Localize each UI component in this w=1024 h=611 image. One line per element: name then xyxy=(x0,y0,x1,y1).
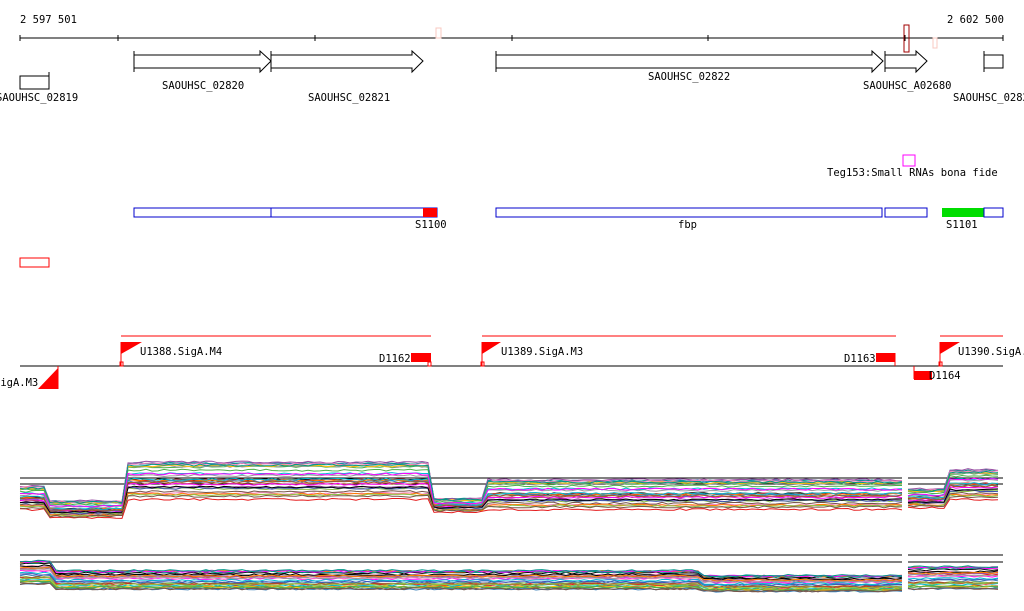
small-rna-label: Teg153:Small RNAs bona fide xyxy=(827,167,998,179)
svg-text:S1101: S1101 xyxy=(946,219,978,231)
svg-text:SAOUHSC_02821: SAOUHSC_02821 xyxy=(308,92,390,104)
expression-profile-track-1 xyxy=(19,460,1003,519)
promoter-U1389[interactable]: U1389.SigA.M3 xyxy=(480,342,583,367)
expression-profile-line xyxy=(19,560,903,578)
svg-text:fbp: fbp xyxy=(678,219,697,231)
coordinate-ruler: 2 597 501 2 602 500 xyxy=(19,14,1004,53)
ruler-marker xyxy=(932,37,938,49)
svg-text:D1164: D1164 xyxy=(929,370,961,382)
svg-text:D1162: D1162 xyxy=(379,353,411,365)
expression-profile-track-2 xyxy=(19,554,1003,593)
terminator-D1163[interactable]: D1163 xyxy=(844,353,896,366)
promoter-U1388[interactable]: U1388.SigA.M4 xyxy=(119,342,222,367)
svg-text:S1100: S1100 xyxy=(415,219,447,231)
svg-text:U1388.SigA.M4: U1388.SigA.M4 xyxy=(140,346,222,358)
svg-text:SAOUHSC_02819: SAOUHSC_02819 xyxy=(0,92,78,104)
svg-text:U1390.SigA.: U1390.SigA. xyxy=(958,346,1024,358)
promoter-U1390[interactable]: U1390.SigA. xyxy=(938,342,1024,367)
terminator-D1164[interactable]: D1164 xyxy=(913,366,961,382)
svg-text:SAOUHSC_02822: SAOUHSC_02822 xyxy=(648,71,730,83)
gene-SAOUHSC_02822[interactable]: SAOUHSC_02822 xyxy=(495,49,884,83)
expression-profile-line xyxy=(907,576,999,580)
operon-S1100[interactable]: S1100 xyxy=(133,207,447,231)
expression-profile-line xyxy=(19,560,903,578)
ruler-marker xyxy=(435,27,442,39)
gene-SAOUHSC_02821[interactable]: SAOUHSC_02821 xyxy=(270,49,424,104)
gene-SAOUHSC_02819[interactable]: SAOUHSC_02819 xyxy=(0,72,78,104)
small-rna-feature[interactable]: Teg153:Small RNAs bona fide xyxy=(827,154,998,179)
feature-box[interactable] xyxy=(19,257,50,268)
gene-SAOUHSC_02820[interactable]: SAOUHSC_02820 xyxy=(133,49,272,92)
operon-S1101[interactable]: S1101 xyxy=(942,207,1004,231)
ruler-start-label: 2 597 501 xyxy=(20,14,77,26)
operon-track: S1100 fbp S1101 xyxy=(133,207,1004,231)
genome-browser[interactable]: 2 597 501 2 602 500 SAOUHSC_02819 SAOUHS… xyxy=(0,0,1024,611)
svg-text:D1163: D1163 xyxy=(844,353,876,365)
operon-fbp[interactable]: fbp xyxy=(495,207,928,231)
gene-track: SAOUHSC_02819 SAOUHSC_02820 SAOUHSC_0282… xyxy=(0,49,1024,104)
svg-text:SAOUHSC_0282: SAOUHSC_0282 xyxy=(953,92,1024,104)
svg-text:SAOUHSC_A02680: SAOUHSC_A02680 xyxy=(863,80,952,92)
svg-text:SigA.M3: SigA.M3 xyxy=(0,377,38,389)
gene-SAOUHSC_0282x[interactable]: SAOUHSC_0282 xyxy=(953,51,1024,104)
ruler-end-label: 2 602 500 xyxy=(947,14,1004,26)
svg-text:U1389.SigA.M3: U1389.SigA.M3 xyxy=(501,346,583,358)
terminator-D1162[interactable]: D1162 xyxy=(379,353,432,367)
svg-text:SAOUHSC_02820: SAOUHSC_02820 xyxy=(162,80,244,92)
transcription-track: SigA.M3 U1388.SigA.M4 U1389.SigA.M3 U139… xyxy=(0,335,1024,389)
promoter-SigA-M3[interactable]: SigA.M3 xyxy=(0,366,59,389)
